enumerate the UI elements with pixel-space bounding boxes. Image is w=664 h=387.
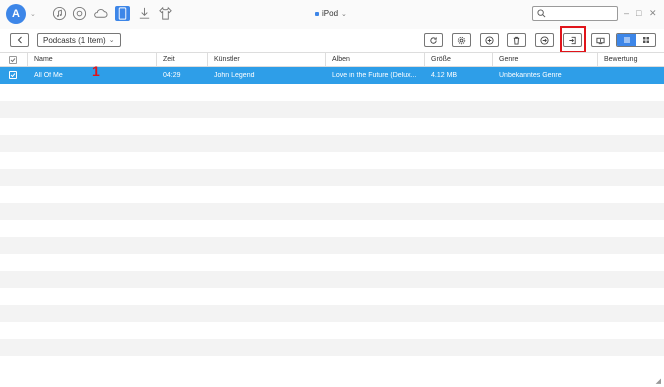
empty-row xyxy=(0,118,664,135)
chevron-down-icon[interactable]: ⌄ xyxy=(30,10,36,18)
maximize-button[interactable]: □ xyxy=(636,8,641,18)
empty-row xyxy=(0,169,664,186)
cell-album: Love in the Future (Delux... xyxy=(332,72,417,79)
column-header-album[interactable]: Alben xyxy=(332,56,350,63)
refresh-icon xyxy=(430,36,437,44)
empty-row xyxy=(0,288,664,305)
search-box[interactable] xyxy=(532,6,618,21)
to-itunes-button[interactable] xyxy=(535,33,554,47)
empty-row xyxy=(0,101,664,118)
chevron-down-icon: ⌄ xyxy=(108,37,115,44)
search-icon xyxy=(537,9,546,18)
category-dropdown[interactable]: Podcasts (1 Item) ⌄ xyxy=(37,33,121,47)
list-view-button[interactable] xyxy=(617,34,636,46)
title-bar: A ⌄ iPod ⌄ – □ ✕ xyxy=(0,0,664,29)
close-button[interactable]: ✕ xyxy=(649,8,657,19)
column-divider xyxy=(492,53,493,66)
annotation-number-1: 1 xyxy=(92,63,100,79)
empty-row xyxy=(0,305,664,322)
search-input[interactable] xyxy=(548,8,614,19)
column-header-rating[interactable]: Bewertung xyxy=(604,56,637,63)
back-button[interactable] xyxy=(10,33,29,47)
delete-button[interactable] xyxy=(507,33,526,47)
to-itunes-icon xyxy=(540,35,549,45)
column-header-artist[interactable]: Künstler xyxy=(214,56,240,63)
shirt-icon[interactable] xyxy=(158,6,173,21)
cell-genre: Unbekanntes Genre xyxy=(499,72,562,79)
row-checkbox[interactable] xyxy=(9,71,17,79)
column-header-size[interactable]: Größe xyxy=(431,56,451,63)
to-device-icon xyxy=(596,37,605,44)
check-icon xyxy=(10,73,16,78)
grid-view-button[interactable] xyxy=(636,34,655,46)
cell-size: 4.12 MB xyxy=(431,72,458,79)
column-divider xyxy=(207,53,208,66)
cell-time: 04:29 xyxy=(163,72,181,79)
trash-icon xyxy=(513,36,520,45)
video-icon[interactable] xyxy=(72,6,87,21)
device-selector[interactable]: iPod ⌄ xyxy=(315,9,347,18)
settings-button[interactable] xyxy=(452,33,471,47)
cell-artist: John Legend xyxy=(214,72,255,79)
grid-icon xyxy=(642,37,649,43)
gear-icon xyxy=(457,36,466,44)
empty-row xyxy=(0,152,664,169)
empty-row xyxy=(0,186,664,203)
empty-row xyxy=(0,322,664,339)
device-icon[interactable] xyxy=(115,6,130,21)
music-icon[interactable] xyxy=(52,6,67,21)
empty-row xyxy=(0,203,664,220)
column-divider xyxy=(597,53,598,66)
empty-row xyxy=(0,220,664,237)
empty-row xyxy=(0,339,664,356)
column-header-time[interactable]: Zeit xyxy=(163,56,175,63)
annotation-highlight-box xyxy=(560,26,586,53)
device-dot-icon xyxy=(315,11,319,16)
device-name: iPod xyxy=(322,9,339,18)
check-icon xyxy=(10,58,16,63)
column-divider xyxy=(424,53,425,66)
empty-row xyxy=(0,237,664,254)
empty-row xyxy=(0,271,664,288)
add-icon xyxy=(485,35,494,45)
column-header-name[interactable]: Name xyxy=(34,56,53,63)
empty-row xyxy=(0,84,664,101)
podcast-table: All Of Me 04:29 John Legend Love in the … xyxy=(0,67,664,373)
add-button[interactable] xyxy=(480,33,499,47)
empty-row xyxy=(0,254,664,271)
refresh-button[interactable] xyxy=(424,33,443,47)
empty-row xyxy=(0,135,664,152)
column-divider xyxy=(325,53,326,66)
app-logo-icon[interactable]: A xyxy=(6,4,26,24)
minimize-button[interactable]: – xyxy=(624,8,629,18)
chevron-left-icon xyxy=(17,36,22,44)
select-all-checkbox[interactable] xyxy=(9,56,17,64)
chevron-down-icon: ⌄ xyxy=(341,10,347,18)
empty-row xyxy=(0,356,664,373)
resize-grip-icon[interactable]: ◢ xyxy=(656,377,661,385)
category-label: Podcasts (1 Item) xyxy=(43,35,106,45)
download-icon[interactable] xyxy=(137,6,152,21)
column-divider xyxy=(156,53,157,66)
column-divider xyxy=(27,53,28,66)
column-header-genre[interactable]: Genre xyxy=(499,56,518,63)
to-device-button[interactable] xyxy=(591,33,610,47)
list-icon xyxy=(623,37,630,43)
cloud-icon[interactable] xyxy=(93,6,108,21)
view-toggle[interactable] xyxy=(616,33,656,47)
